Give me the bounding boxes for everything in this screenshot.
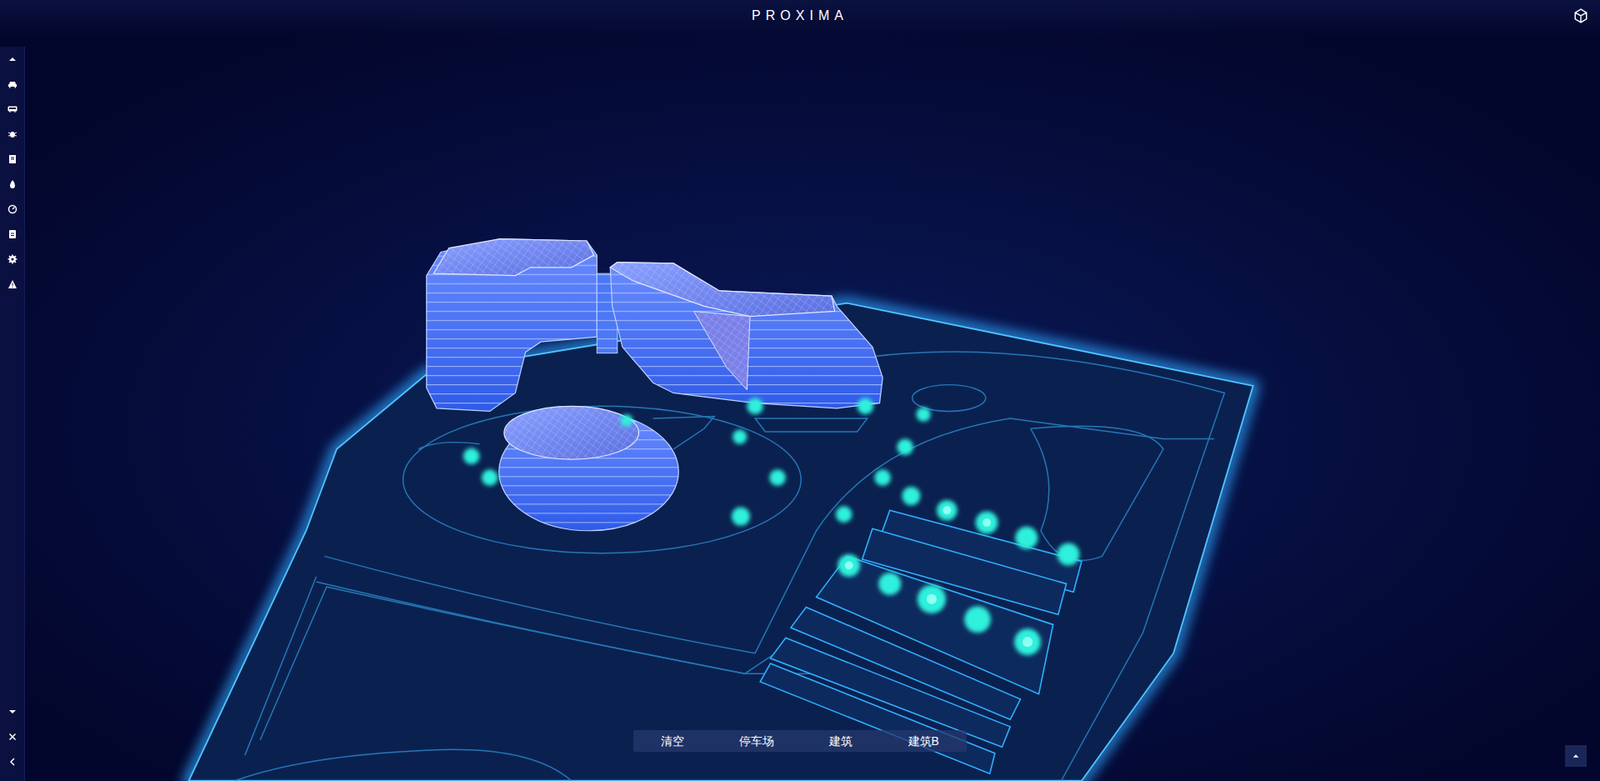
vehicle-button[interactable] — [0, 71, 25, 97]
chevron-up-icon — [1571, 751, 1580, 760]
document-icon — [7, 154, 18, 165]
toolbar-button[interactable]: 建筑 — [820, 730, 861, 752]
bug-icon — [7, 129, 18, 140]
chevron-up-icon — [7, 54, 18, 65]
close-button[interactable] — [0, 724, 25, 750]
scroll-down-button[interactable] — [0, 699, 25, 725]
sensor-button[interactable] — [0, 121, 25, 147]
alarm-button[interactable] — [0, 271, 25, 297]
warning-icon — [7, 279, 18, 290]
chevron-down-icon — [7, 706, 18, 717]
gauge-button[interactable] — [0, 196, 25, 222]
rail-top-group — [0, 46, 25, 297]
campus-3d-scene[interactable] — [0, 0, 1600, 781]
toolbar-button[interactable]: 清空 — [652, 730, 693, 752]
fire-icon — [7, 179, 18, 190]
collapse-up-button[interactable] — [0, 46, 25, 72]
scene-viewport — [25, 36, 1600, 781]
card-button[interactable] — [0, 221, 25, 247]
scene-toolbar: 清空 停车场 建筑 建筑B — [633, 730, 967, 752]
chevron-left-icon — [7, 756, 18, 767]
collapse-left-button[interactable] — [0, 749, 25, 775]
toolbar-button[interactable]: 建筑B — [900, 730, 948, 752]
bus-icon — [7, 104, 18, 115]
document-button[interactable] — [0, 146, 25, 172]
side-rail — [0, 46, 25, 781]
gauge-icon — [7, 204, 18, 215]
bus-button[interactable] — [0, 96, 25, 122]
fire-button[interactable] — [0, 171, 25, 197]
expand-up-button[interactable] — [1565, 745, 1587, 767]
toolbar-button[interactable]: 停车场 — [730, 730, 783, 752]
rail-bottom-group — [0, 699, 25, 781]
gear-icon — [7, 254, 18, 265]
car-icon — [7, 79, 18, 90]
id-card-icon — [7, 229, 18, 240]
cube-icon[interactable] — [1573, 8, 1589, 24]
app-shell: PROXIMA 清空 停车场 建筑 建筑B — [0, 0, 1600, 781]
settings-button[interactable] — [0, 246, 25, 272]
close-icon — [7, 731, 18, 742]
app-title: PROXIMA — [751, 7, 849, 37]
main-area — [0, 36, 1600, 781]
top-bar: PROXIMA — [0, 0, 1600, 37]
